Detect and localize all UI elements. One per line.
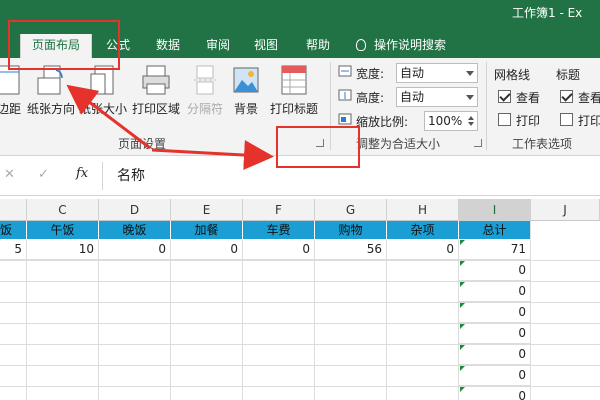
arrow-to-tab: [66, 84, 151, 150]
arrow-to-launcher: [151, 140, 274, 170]
annotation-arrows: [66, 84, 274, 170]
